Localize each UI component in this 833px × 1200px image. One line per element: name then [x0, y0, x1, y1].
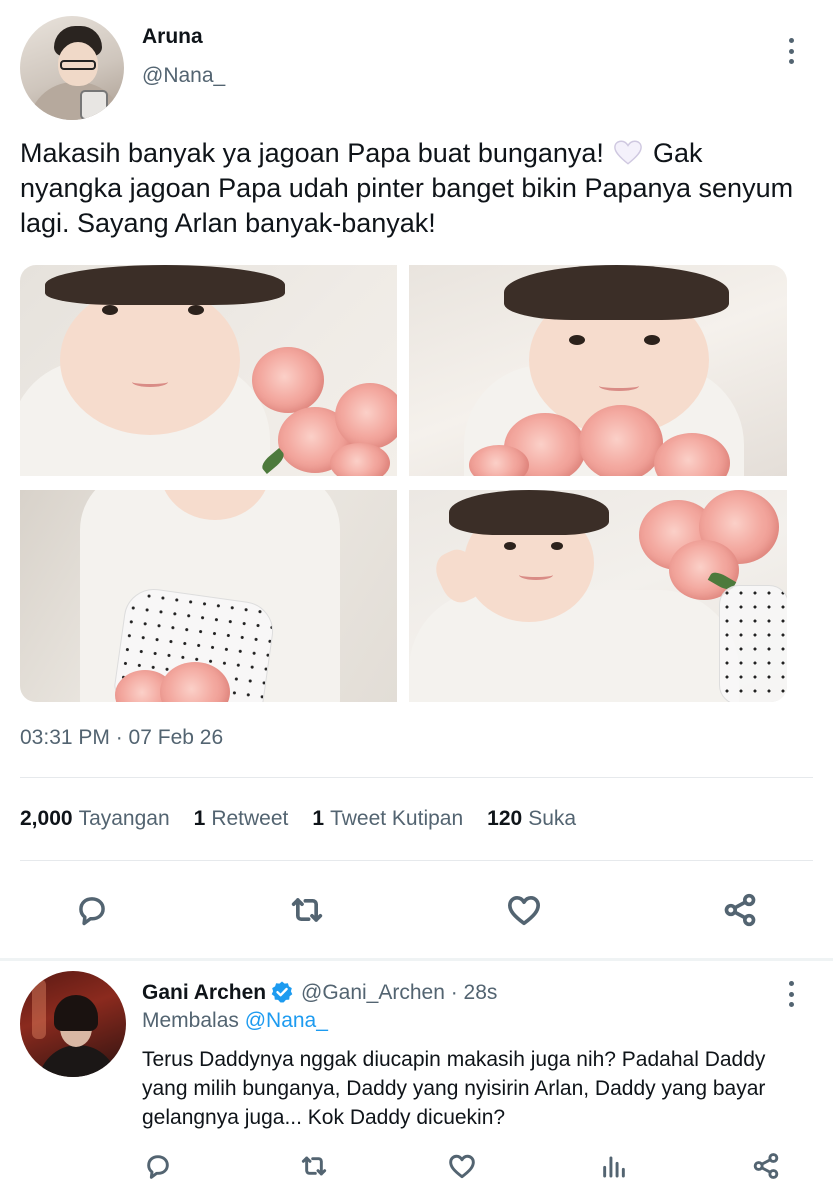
replying-to-label: Membalas	[142, 1009, 239, 1032]
avatar-glasses	[60, 60, 96, 70]
retweets-count: 1	[193, 807, 206, 830]
reply-icon[interactable]	[70, 888, 114, 932]
avatar-background-light	[32, 979, 46, 1039]
tweet-photo-3[interactable]	[20, 490, 397, 702]
avatar-body	[38, 1045, 118, 1077]
photo-kid-eye	[644, 335, 660, 345]
photo-sweater	[409, 590, 739, 702]
like-icon[interactable]	[444, 1149, 480, 1183]
tweet-stats: 2,000 Tayangan 1 Retweet 1 Tweet Kutipan 12…	[20, 807, 576, 831]
divider	[20, 777, 813, 778]
verified-badge-icon	[271, 981, 293, 1003]
reply-author-handle[interactable]: @Gani_Archen · 28s	[301, 981, 497, 1005]
photo-kid-eye	[188, 305, 204, 315]
reply-icon[interactable]	[140, 1149, 176, 1183]
retweets-stat[interactable]: 1 Retweet	[194, 807, 289, 831]
photo-kid-hair	[504, 265, 729, 320]
reply-actions	[0, 1149, 833, 1183]
photo-kid-eye	[504, 542, 516, 550]
avatar-phone	[80, 90, 108, 120]
media-grid	[20, 265, 787, 702]
quotes-stat[interactable]: 1 Tweet Kutipan	[312, 807, 463, 831]
tweet-photo-2[interactable]	[409, 265, 787, 476]
main-tweet: Aruna @Nana_ Makasih banyak ya jagoan Pa…	[0, 0, 833, 958]
author-avatar[interactable]	[20, 16, 124, 120]
retweet-icon[interactable]	[296, 1149, 332, 1183]
photo-kid-mouth	[599, 381, 639, 391]
reply-author-avatar[interactable]	[20, 971, 126, 1077]
photo-kid-eye	[551, 542, 563, 550]
photo-rose	[330, 443, 390, 476]
photo-kid-mouth	[132, 377, 168, 387]
share-icon[interactable]	[748, 1149, 784, 1183]
photo-kid-eye	[102, 305, 118, 315]
photo-rose	[335, 383, 397, 449]
photo-kid-hair	[449, 490, 609, 535]
reply-author-display-name[interactable]: Gani Archen	[142, 981, 266, 1005]
divider	[20, 860, 813, 861]
analytics-icon[interactable]	[596, 1149, 632, 1183]
photo-wrapping-paper	[719, 585, 787, 702]
more-options-icon[interactable]	[779, 977, 803, 1011]
photo-kid-face	[60, 285, 240, 435]
share-icon[interactable]	[718, 888, 762, 932]
views-label: Tayangan	[78, 807, 170, 830]
views-count: 2,000	[20, 807, 73, 830]
more-options-icon[interactable]	[779, 34, 803, 68]
photo-kid-mouth	[519, 570, 553, 580]
photo-rose	[252, 347, 324, 413]
tweet-timestamp[interactable]: 03:31 PM · 07 Feb 26	[20, 726, 223, 750]
tweet-photo-1[interactable]	[20, 265, 397, 476]
likes-stat[interactable]: 120 Suka	[487, 807, 576, 831]
photo-rose	[579, 405, 663, 476]
views-stat[interactable]: 2,000 Tayangan	[20, 807, 170, 831]
white-heart-emoji-icon	[614, 140, 643, 165]
quotes-label: Tweet Kutipan	[330, 807, 464, 830]
avatar-hair	[54, 995, 98, 1031]
tweet-text-part1: Makasih banyak ya jagoan Papa buat bunga…	[20, 138, 604, 168]
replying-to: Membalas @Nana_	[142, 1009, 328, 1033]
retweet-icon[interactable]	[285, 888, 329, 932]
reply-tweet: Gani Archen @Gani_Archen · 28s Membalas …	[0, 961, 833, 1200]
avatar-body	[28, 82, 124, 120]
tweet-photo-4[interactable]	[409, 490, 787, 702]
likes-label: Suka	[528, 807, 577, 830]
quotes-count: 1	[312, 807, 325, 830]
photo-kid-hair	[45, 265, 285, 305]
replying-to-link[interactable]: @Nana_	[245, 1009, 328, 1032]
author-display-name[interactable]: Aruna	[142, 25, 203, 49]
like-icon[interactable]	[502, 888, 546, 932]
likes-count: 120	[487, 807, 523, 830]
author-handle[interactable]: @Nana_	[142, 64, 225, 88]
retweets-label: Retweet	[211, 807, 289, 830]
tweet-text: Makasih banyak ya jagoan Papa buat bunga…	[20, 136, 810, 241]
reply-text: Terus Daddynya nggak diucapin makasih ju…	[142, 1048, 766, 1129]
photo-kid-eye	[569, 335, 585, 345]
tweet-actions	[0, 888, 833, 932]
